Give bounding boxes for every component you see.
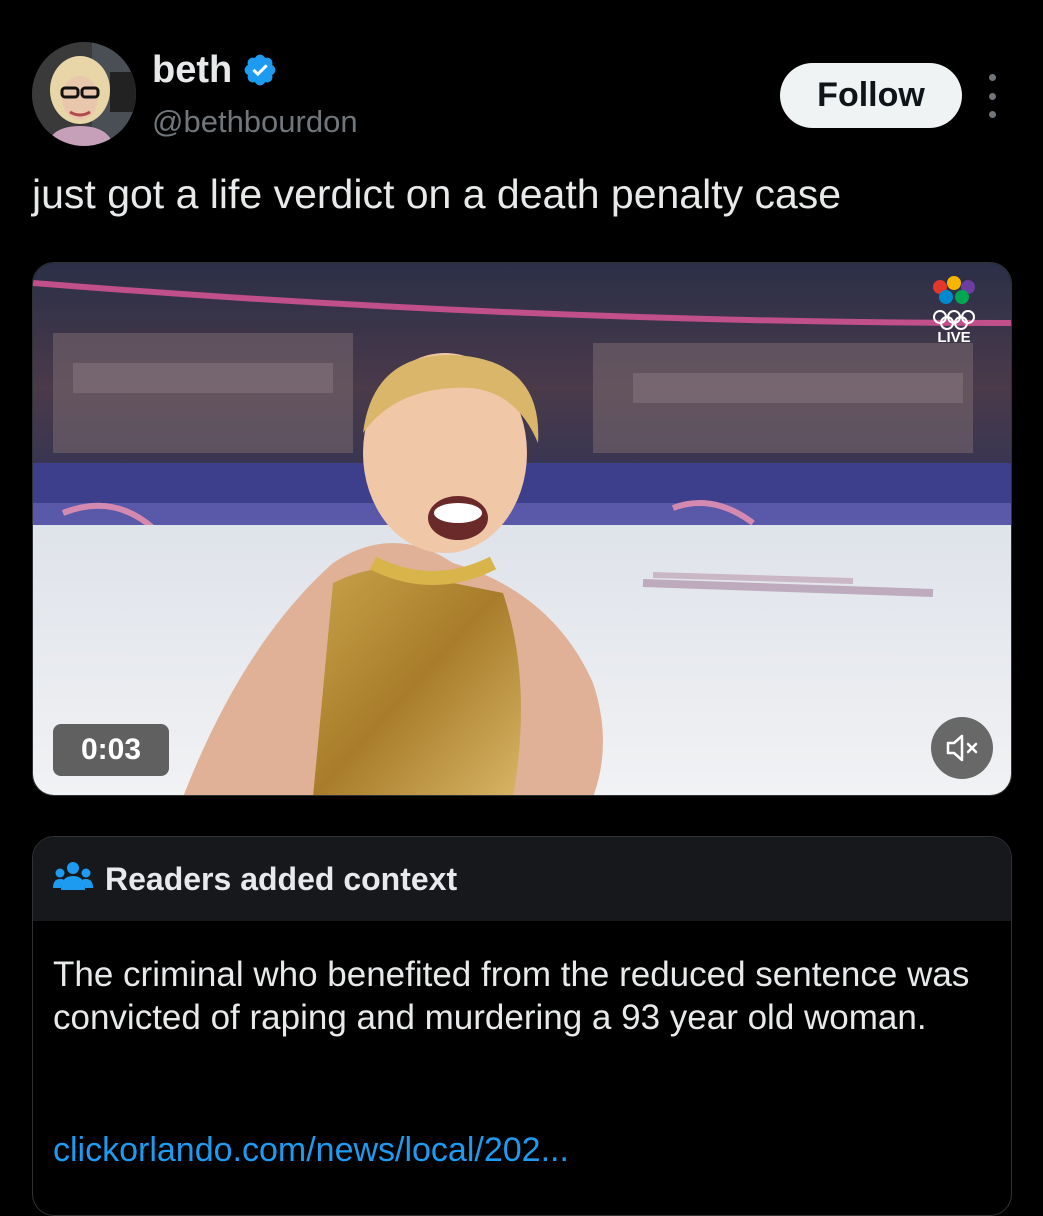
- more-vertical-icon[interactable]: [980, 74, 1004, 118]
- live-badge: LIVE: [937, 329, 971, 346]
- verified-badge-icon: [242, 52, 278, 88]
- follow-button[interactable]: Follow: [780, 63, 962, 128]
- video-timestamp: 0:03: [53, 724, 169, 776]
- community-note-link[interactable]: clickorlando.com/news/local/202...: [53, 1131, 569, 1170]
- avatar[interactable]: [32, 42, 136, 146]
- author-display-name[interactable]: beth: [152, 51, 232, 89]
- muted-speaker-icon[interactable]: [931, 717, 993, 779]
- author-name-row[interactable]: beth: [152, 44, 278, 96]
- community-note-title: Readers added context: [105, 860, 458, 897]
- tweet-text: just got a life verdict on a death penal…: [32, 171, 842, 217]
- community-note-header: Readers added context: [33, 837, 1011, 921]
- video-frame: [33, 263, 1011, 795]
- avatar-image: [32, 42, 136, 146]
- people-icon: [53, 860, 93, 899]
- video-player[interactable]: LIVE 0:03: [32, 262, 1012, 796]
- community-note-body: The criminal who benefited from the redu…: [53, 955, 970, 1037]
- author-handle[interactable]: @bethbourdon: [152, 106, 358, 137]
- community-note: Readers added context The criminal who b…: [32, 836, 1012, 1216]
